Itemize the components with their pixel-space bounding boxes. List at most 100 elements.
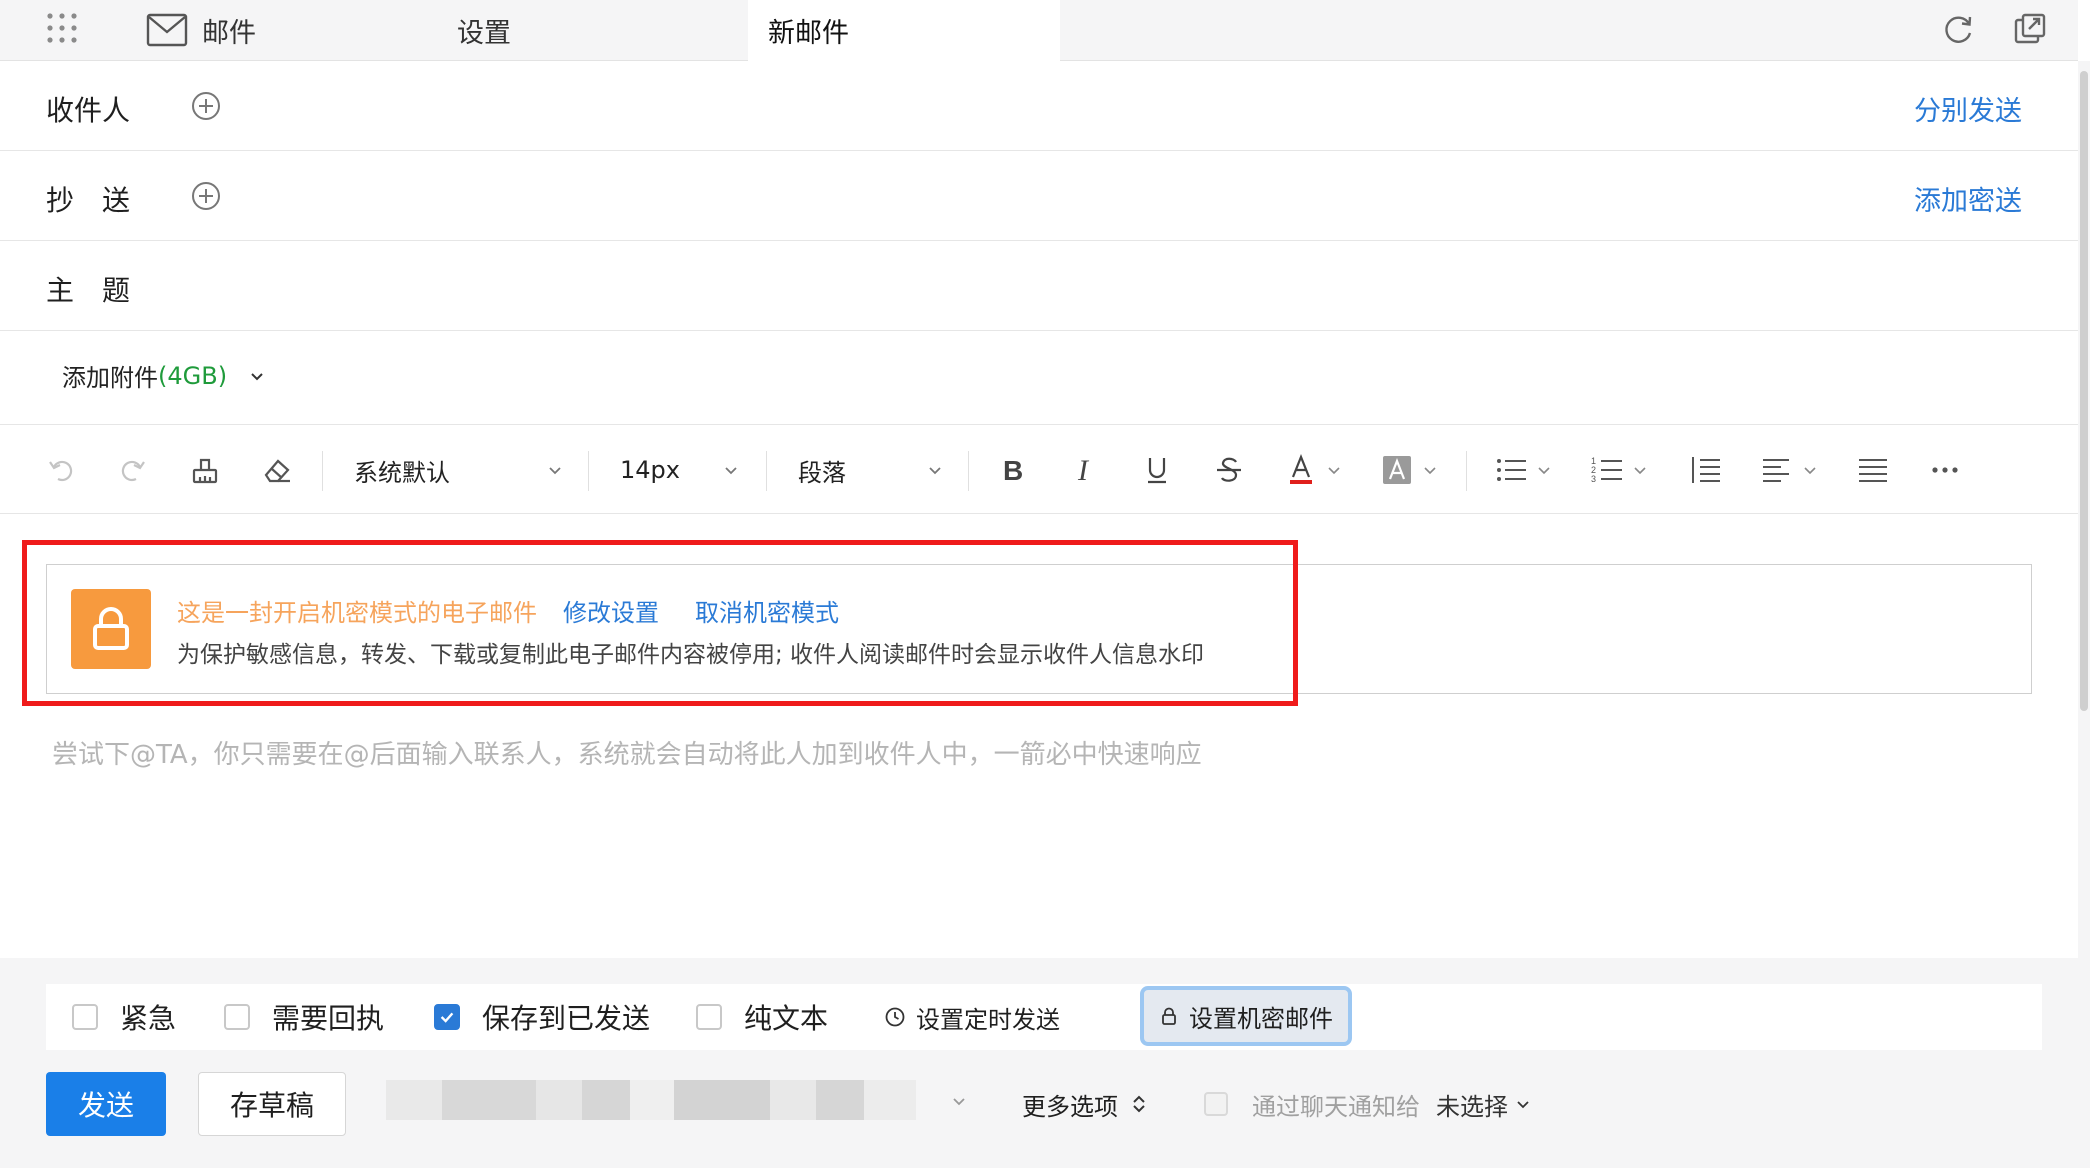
- format-painter-icon: [192, 458, 218, 484]
- italic-button[interactable]: I: [1068, 447, 1102, 493]
- chevron-up-down-icon: [1133, 1095, 1145, 1113]
- more-options-label: 更多选项: [1022, 1092, 1118, 1121]
- chat-notify-value: 未选择: [1436, 1092, 1508, 1121]
- font-family-select[interactable]: 系统默认: [354, 447, 564, 493]
- cc-row[interactable]: 抄 送 添加密送: [0, 151, 2078, 241]
- svg-text:I: I: [1077, 454, 1090, 487]
- tab-settings-label: 设置: [457, 17, 511, 49]
- bullet-list-icon: [1497, 459, 1526, 481]
- paragraph-value: 段落: [798, 458, 846, 487]
- font-family-value: 系统默认: [354, 458, 450, 487]
- tab-compose[interactable]: 新邮件: [748, 0, 1060, 61]
- line-height-icon: [1692, 457, 1720, 483]
- send-options-bar: 紧急 需要回执 保存到已发送 纯文本 设置定时发送 设置机密邮件: [46, 984, 2042, 1050]
- chat-notify-checkbox[interactable]: [1204, 1092, 1228, 1116]
- plain-text-option[interactable]: 纯文本: [696, 984, 828, 1050]
- redo-icon: [121, 460, 145, 482]
- underline-button[interactable]: [1140, 447, 1174, 493]
- send-separately-link[interactable]: 分别发送: [1914, 89, 2022, 128]
- envelope-icon: [146, 12, 188, 48]
- receipt-checkbox[interactable]: [224, 1004, 250, 1030]
- chevron-down-icon: [1804, 467, 1816, 475]
- schedule-send-button[interactable]: 设置定时发送: [884, 984, 1060, 1050]
- apps-grid-icon[interactable]: [44, 10, 80, 46]
- tab-compose-label: 新邮件: [768, 18, 849, 49]
- send-button[interactable]: 发送: [46, 1072, 166, 1136]
- set-confidential-button[interactable]: 设置机密邮件: [1140, 986, 1352, 1046]
- plain-text-label: 纯文本: [744, 1002, 829, 1035]
- vertical-scrollbar[interactable]: [2078, 61, 2090, 1168]
- refresh-icon[interactable]: [1940, 11, 1976, 47]
- highlight-color-button[interactable]: [1380, 447, 1438, 493]
- more-options-button[interactable]: 更多选项: [1022, 1072, 1150, 1136]
- bold-button[interactable]: B: [996, 447, 1030, 493]
- add-attachment-button[interactable]: 添加附件 (4GB): [62, 358, 267, 393]
- receipt-option[interactable]: 需要回执: [224, 984, 384, 1050]
- body-placeholder-hint[interactable]: 尝试下@TA，你只需要在@后面输入联系人，系统就会自动将此人加到收件人中，一箭必…: [52, 734, 1202, 771]
- toolbar-divider: [322, 451, 323, 491]
- save-draft-button[interactable]: 存草稿: [198, 1072, 346, 1136]
- urgent-checkbox[interactable]: [72, 1004, 98, 1030]
- clear-format-button[interactable]: [260, 447, 294, 493]
- more-horizontal-icon: [1932, 467, 1958, 473]
- bullet-list-button[interactable]: [1494, 447, 1552, 493]
- tab-mail-label: 邮件: [202, 17, 256, 49]
- bottom-panel: 紧急 需要回执 保存到已发送 纯文本 设置定时发送 设置机密邮件 发送 存草稿: [0, 958, 2078, 1168]
- chevron-down-icon: [722, 461, 740, 479]
- numbered-list-button[interactable]: 123: [1590, 447, 1648, 493]
- popout-window-icon[interactable]: [2012, 11, 2048, 47]
- tab-mail[interactable]: 邮件: [146, 0, 256, 60]
- receipt-label: 需要回执: [272, 1002, 385, 1035]
- lock-icon: [1162, 1007, 1176, 1025]
- svg-text:3: 3: [1591, 474, 1596, 484]
- justify-icon: [1859, 459, 1887, 482]
- chevron-down-icon: [926, 461, 944, 479]
- add-bcc-link[interactable]: 添加密送: [1914, 179, 2022, 218]
- line-height-button[interactable]: [1688, 447, 1722, 493]
- indent-button[interactable]: [1856, 447, 1890, 493]
- toolbar-divider: [968, 451, 969, 491]
- format-painter-button[interactable]: [188, 447, 222, 493]
- font-color-button[interactable]: [1284, 447, 1342, 493]
- scrollbar-thumb[interactable]: [2080, 71, 2088, 711]
- align-left-icon: [1763, 459, 1789, 482]
- sender-account-redacted[interactable]: [386, 1080, 916, 1120]
- save-sent-option[interactable]: 保存到已发送: [434, 984, 650, 1050]
- more-tools-button[interactable]: [1928, 447, 1962, 493]
- attachment-size: (4GB): [158, 361, 228, 390]
- font-size-value: 14px: [620, 456, 680, 484]
- to-row[interactable]: 收件人 分别发送: [0, 61, 2078, 151]
- chevron-down-icon[interactable]: [247, 366, 267, 386]
- undo-button[interactable]: [44, 447, 78, 493]
- chat-notify-option[interactable]: 通过聊天通知给 未选择: [1204, 1072, 1532, 1136]
- italic-icon: I: [1077, 454, 1090, 487]
- strikethrough-button[interactable]: [1212, 447, 1246, 493]
- chat-notify-label: 通过聊天通知给: [1252, 1092, 1420, 1121]
- undo-icon: [49, 460, 73, 482]
- eraser-icon: [264, 459, 290, 483]
- chevron-down-icon[interactable]: [950, 1092, 968, 1110]
- save-sent-checkbox[interactable]: [434, 1004, 460, 1030]
- chevron-down-icon: [1538, 467, 1550, 475]
- font-size-select[interactable]: 14px: [620, 447, 740, 493]
- underline-icon: [1148, 458, 1166, 484]
- to-label: 收件人: [46, 94, 131, 127]
- plain-text-checkbox[interactable]: [696, 1004, 722, 1030]
- clock-icon: [885, 1007, 905, 1027]
- tab-settings[interactable]: 设置: [457, 0, 511, 60]
- subject-row[interactable]: 主 题: [0, 241, 2078, 331]
- chat-notify-select[interactable]: 未选择: [1436, 1087, 1532, 1122]
- set-confidential-label: 设置机密邮件: [1189, 1004, 1333, 1033]
- chevron-down-icon: [1328, 467, 1340, 475]
- redo-button[interactable]: [116, 447, 150, 493]
- toolbar-divider: [588, 451, 589, 491]
- bold-icon: B: [1003, 455, 1023, 486]
- add-recipient-icon[interactable]: [190, 90, 222, 122]
- add-cc-icon[interactable]: [190, 180, 222, 212]
- urgent-option[interactable]: 紧急: [72, 984, 176, 1050]
- strikethrough-icon: [1217, 457, 1241, 482]
- editor-toolbar: 系统默认 14px 段落 B I 123: [0, 424, 2078, 514]
- align-button[interactable]: [1760, 447, 1818, 493]
- paragraph-select[interactable]: 段落: [798, 447, 944, 493]
- toolbar-divider: [766, 451, 767, 491]
